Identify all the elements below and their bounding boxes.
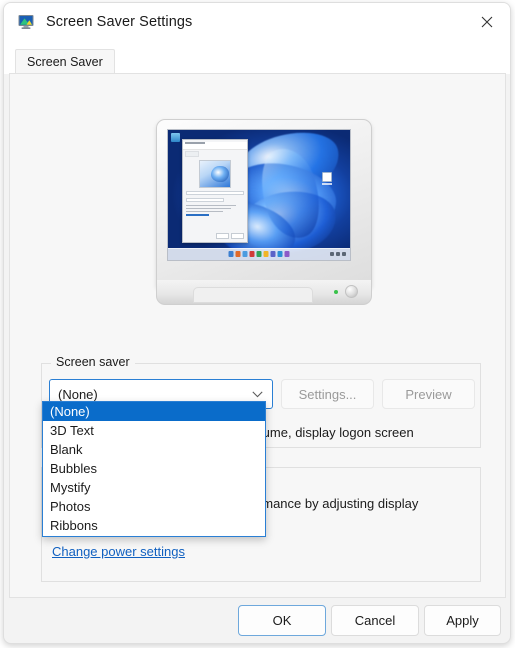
desktop-icon-this-pc [322, 172, 332, 185]
title-bar: Screen Saver Settings [4, 3, 510, 41]
dropdown-option-label: Bubbles [50, 461, 97, 476]
ok-button[interactable]: OK [238, 605, 326, 636]
monitor-preview [152, 117, 373, 307]
chevron-down-icon [252, 391, 263, 398]
screensaver-preview-button[interactable]: Preview [382, 379, 475, 409]
dropdown-option-ribbons[interactable]: Ribbons [43, 516, 265, 535]
screen-saver-monitor-icon [17, 14, 35, 31]
dropdown-option-label: Mystify [50, 480, 91, 495]
dropdown-option-3d-text[interactable]: 3D Text [43, 421, 265, 440]
window-title: Screen Saver Settings [46, 14, 193, 30]
apply-button[interactable]: Apply [424, 605, 501, 636]
monitor-power-led [334, 290, 338, 294]
screensaver-select-value: (None) [58, 386, 98, 402]
dropdown-option-label: 3D Text [50, 423, 94, 438]
nested-screen-saver-dialog-preview [182, 139, 248, 243]
dropdown-option-bubbles[interactable]: Bubbles [43, 459, 265, 478]
screensaver-dropdown-list[interactable]: (None) 3D Text Blank Bubbles Mystify Pho… [42, 401, 266, 537]
tab-screen-saver-label: Screen Saver [27, 55, 103, 69]
ok-button-label: OK [272, 613, 292, 628]
monitor-power-button [345, 285, 358, 298]
tab-strip: Screen Saver [4, 41, 510, 74]
close-icon[interactable] [464, 3, 510, 40]
apply-button-label: Apply [446, 613, 479, 628]
cancel-button[interactable]: Cancel [331, 605, 419, 636]
tab-screen-saver[interactable]: Screen Saver [15, 49, 115, 74]
screensaver-settings-button-label: Settings... [298, 386, 357, 402]
screen-saver-settings-dialog: Screen Saver Settings Screen Saver Scree… [3, 2, 511, 644]
desktop-icon-recycle-bin [171, 133, 180, 142]
screensaver-preview-button-label: Preview [405, 386, 452, 402]
cancel-button-label: Cancel [354, 613, 396, 628]
dropdown-option-label: Blank [50, 442, 83, 457]
monitor-chin [156, 280, 372, 305]
screensaver-settings-button[interactable]: Settings... [281, 379, 374, 409]
dropdown-option-mystify[interactable]: Mystify [43, 478, 265, 497]
dropdown-option-blank[interactable]: Blank [43, 440, 265, 459]
dropdown-option-label: (None) [50, 404, 90, 419]
screen-saver-groupbox-label: Screen saver [51, 355, 135, 369]
dropdown-option-none[interactable]: (None) [43, 402, 265, 421]
desktop-taskbar [168, 248, 350, 260]
dialog-footer: OK Cancel Apply [4, 597, 510, 643]
dropdown-option-label: Photos [50, 499, 91, 514]
dropdown-option-photos[interactable]: Photos [43, 497, 265, 516]
change-power-settings-link[interactable]: Change power settings [52, 544, 185, 559]
dropdown-option-label: Ribbons [50, 518, 98, 533]
monitor-screen [167, 129, 351, 261]
